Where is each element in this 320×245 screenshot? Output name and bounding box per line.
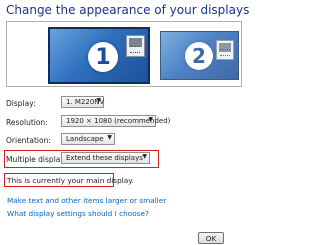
monitor-1[interactable]: 1 [48, 27, 150, 84]
monitor-preview-icon [126, 35, 145, 57]
orientation-label: Orientation: [6, 136, 51, 145]
chevron-down-icon: ▼ [142, 153, 147, 160]
chevron-down-icon: ▼ [96, 97, 101, 104]
monitor-1-number: 1 [88, 42, 118, 72]
orientation-select-value: Landscape [66, 135, 104, 143]
monitor-2-number: 2 [185, 42, 213, 70]
chevron-down-icon: ▼ [107, 134, 112, 141]
chevron-down-icon: ▼ [148, 116, 153, 123]
monitor-2[interactable]: 2 [160, 31, 239, 80]
resolution-select[interactable]: 1920 × 1080 (recommended) ▼ [61, 115, 170, 127]
multiple-displays-select[interactable]: Extend these displays ▼ [61, 152, 150, 164]
orientation-select[interactable]: Landscape ▼ [61, 133, 115, 145]
monitor-arrangement-area[interactable]: 1 2 [6, 21, 242, 87]
monitor-preview-icon [216, 40, 234, 60]
page-title: Change the appearance of your displays [6, 3, 250, 17]
multiple-displays-select-value: Extend these displays [66, 154, 143, 162]
display-label: Display: [6, 99, 36, 108]
main-display-status: This is currently your main display. [7, 176, 134, 185]
ok-button[interactable]: OK [198, 232, 224, 244]
text-size-link[interactable]: Make text and other items larger or smal… [7, 196, 166, 205]
display-settings-help-link[interactable]: What display settings should I choose? [7, 209, 149, 218]
resolution-select-value: 1920 × 1080 (recommended) [66, 117, 171, 125]
resolution-label: Resolution: [6, 118, 48, 127]
display-select[interactable]: 1. M220NV ▼ [61, 96, 104, 108]
